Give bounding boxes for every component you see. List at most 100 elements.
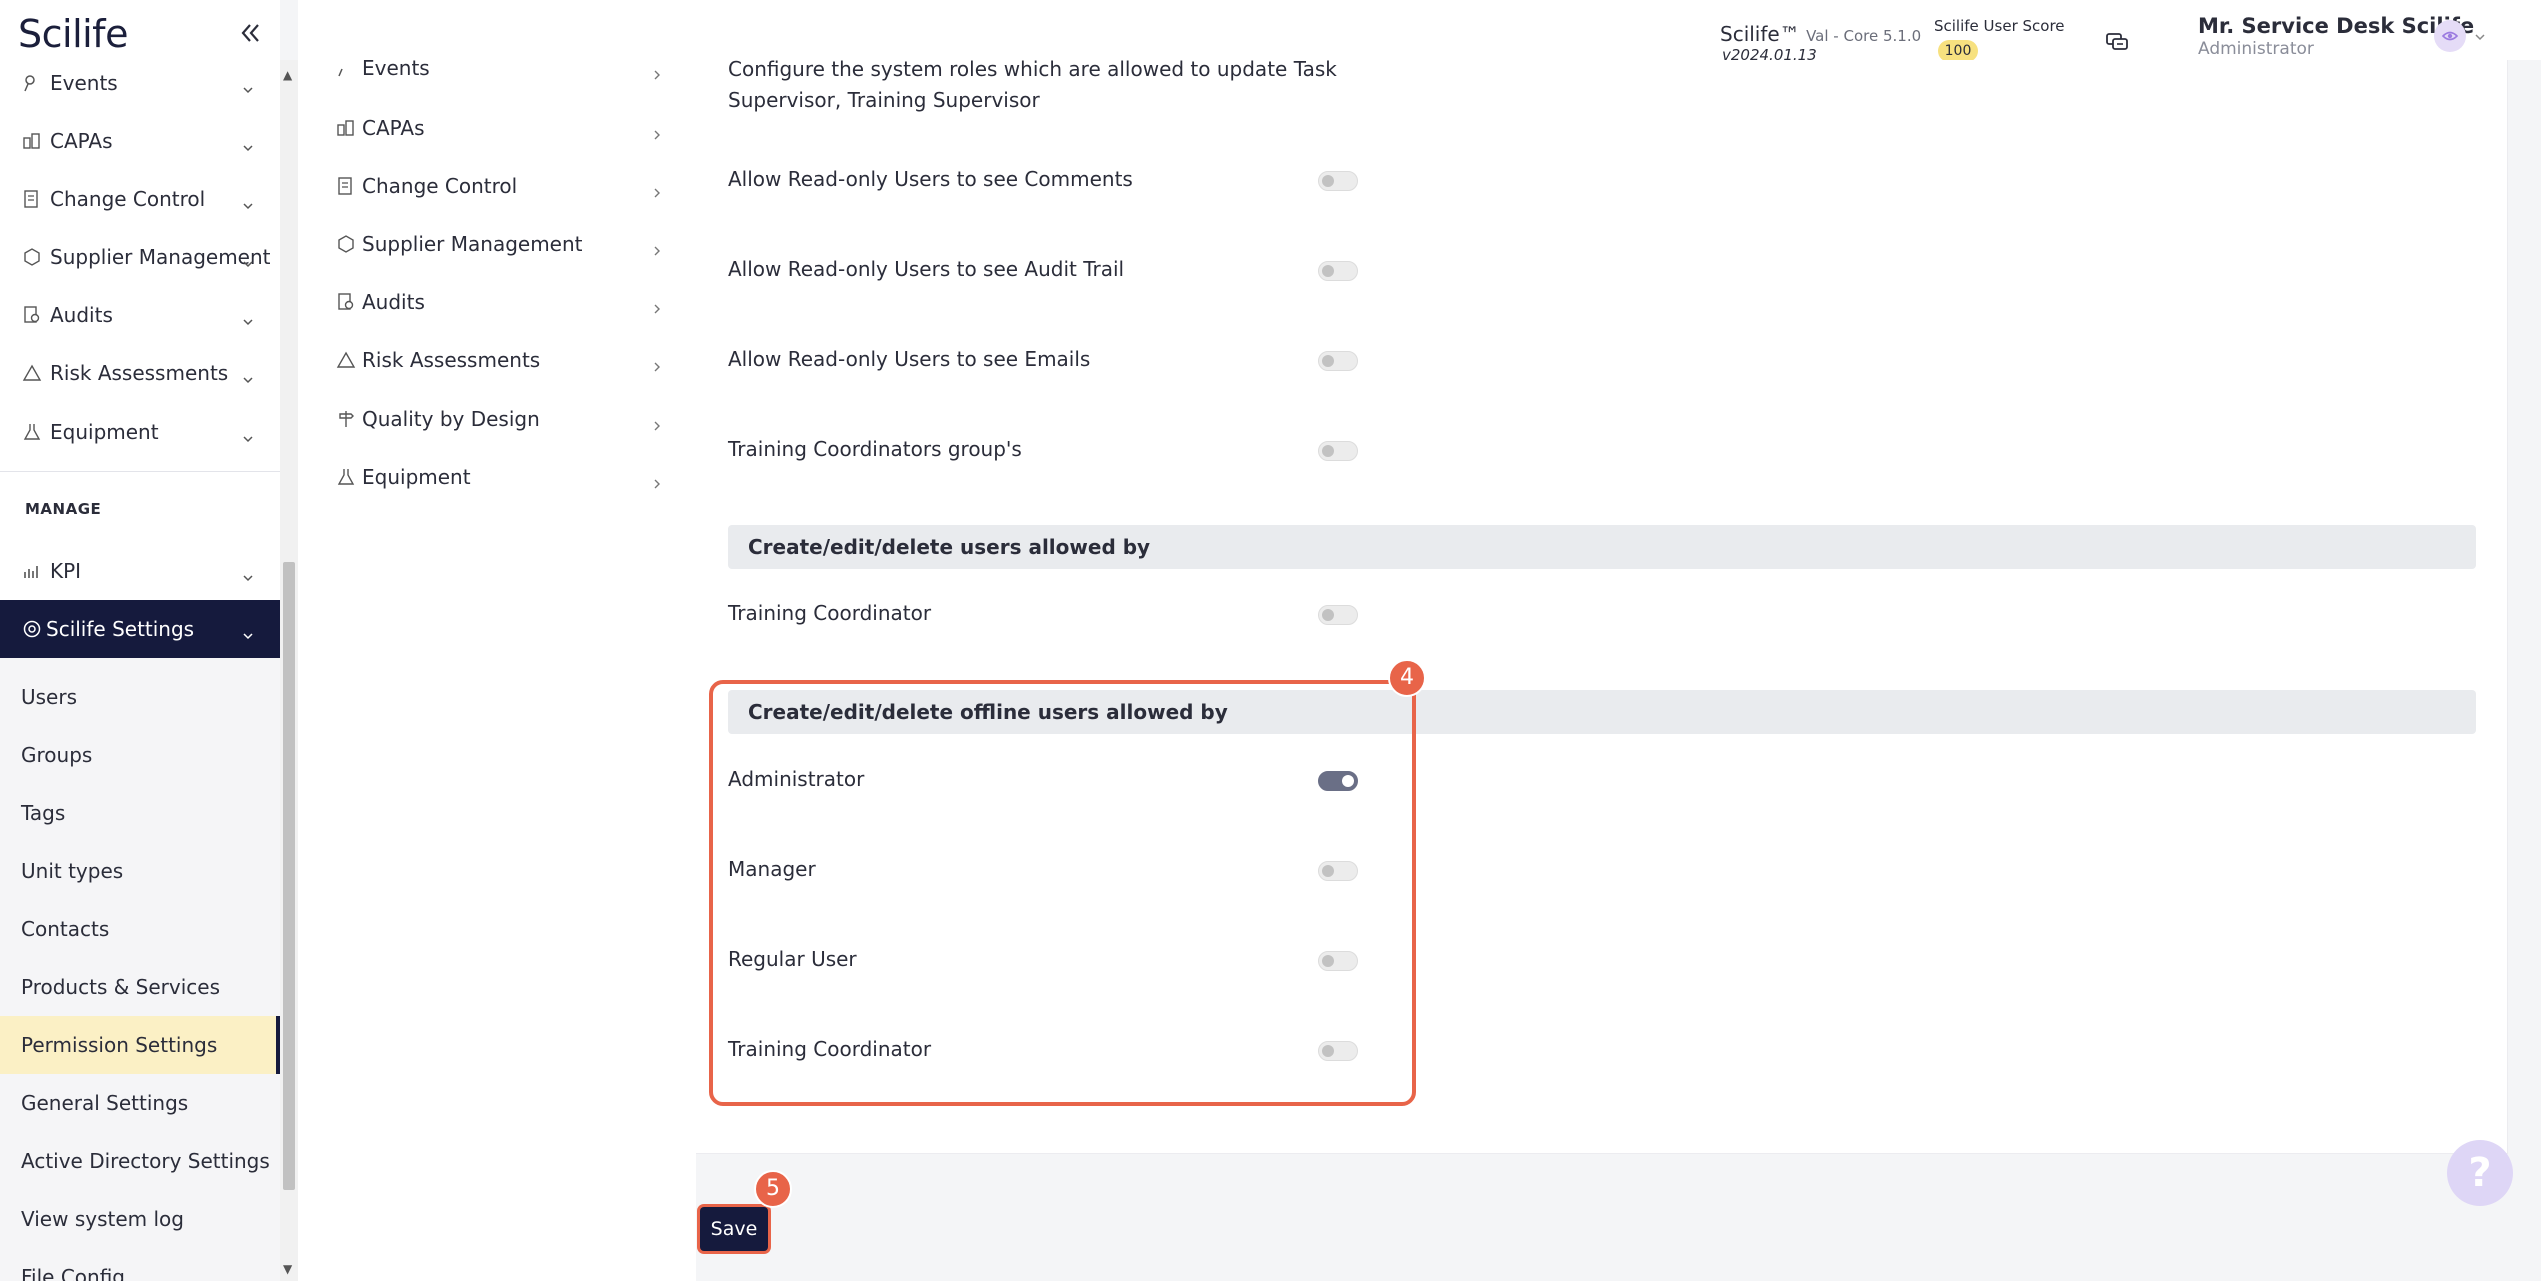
- subnav-item-view-system-log[interactable]: View system log: [0, 1190, 280, 1248]
- sidebar-item-events[interactable]: Events: [0, 54, 280, 112]
- scroll-up-icon[interactable]: ▲: [283, 68, 292, 82]
- setting-label: Allow Read-only Users to see Emails: [728, 347, 1091, 371]
- toggle-offline-training-coordinator[interactable]: [1318, 1041, 1358, 1061]
- module-nav-label: Equipment: [362, 465, 471, 489]
- audit-icon: [336, 292, 362, 312]
- chevron-down-icon: [242, 621, 254, 645]
- box-icon: [336, 234, 362, 254]
- help-icon: ?: [2468, 1150, 2492, 1196]
- pin-icon: [22, 71, 46, 95]
- setting-label: Allow Read-only Users to see Comments: [728, 167, 1133, 191]
- user-score-badge: 100: [1938, 40, 1978, 62]
- sidebar-divider: [0, 471, 280, 472]
- toggle-readonly-comments[interactable]: [1318, 171, 1358, 191]
- sidebar-item-label: Events: [50, 71, 118, 95]
- subnav-item-tags[interactable]: Tags: [0, 784, 280, 842]
- chevron-right-icon: [653, 122, 661, 146]
- module-nav-item-audits[interactable]: Audits: [336, 282, 661, 322]
- toggle-knob: [1322, 865, 1334, 877]
- toggle-knob: [1322, 445, 1334, 457]
- bar-chart-icon: [22, 559, 46, 583]
- subnav-item-permission-settings[interactable]: Permission Settings: [0, 1016, 280, 1074]
- permission-settings-panel: Configure the system roles which are all…: [696, 57, 2508, 1154]
- chevron-right-icon: [653, 354, 661, 378]
- annotation-step-badge: 4: [1388, 659, 1426, 697]
- flask-icon: [22, 420, 46, 444]
- scroll-down-icon[interactable]: ▼: [283, 1262, 292, 1276]
- user-score-label: Scilife User Score: [1934, 17, 2065, 35]
- document-icon: [22, 187, 46, 211]
- chevron-down-icon: [242, 307, 254, 331]
- sidebar-item-label: KPI: [50, 559, 82, 583]
- setting-label: Administrator: [728, 767, 865, 791]
- sidebar-item-audits[interactable]: Audits: [0, 286, 280, 344]
- toggle-training-coordinators-group[interactable]: [1318, 441, 1358, 461]
- module-nav-label: Audits: [362, 290, 425, 314]
- section-header-users: Create/edit/delete users allowed by: [728, 525, 2476, 569]
- module-nav-item-change-control[interactable]: Change Control: [336, 166, 661, 206]
- toggle-offline-administrator[interactable]: [1318, 771, 1358, 791]
- toggle-knob: [1322, 1045, 1334, 1057]
- sidebar-item-label: Equipment: [50, 420, 159, 444]
- sidebar-item-capas[interactable]: CAPAs: [0, 112, 280, 170]
- chevron-down-icon[interactable]: [2474, 26, 2486, 45]
- toggle-knob: [1322, 265, 1334, 277]
- sidebar-item-change-control[interactable]: Change Control: [0, 170, 280, 228]
- product-title: Scilife™: [1720, 22, 1800, 46]
- subnav-item-general-settings[interactable]: General Settings: [0, 1074, 280, 1132]
- subnav-item-file-config[interactable]: File Config: [0, 1248, 280, 1281]
- user-name[interactable]: Mr. Service Desk Scilife: [2198, 14, 2474, 38]
- subnav-item-products-services[interactable]: Products & Services: [0, 958, 280, 1016]
- setting-label: Manager: [728, 857, 816, 881]
- section-header-offline-users: Create/edit/delete offline users allowed…: [728, 690, 2476, 734]
- sidebar-item-kpi[interactable]: KPI: [0, 542, 280, 600]
- module-nav-item-equipment[interactable]: Equipment: [336, 457, 661, 497]
- sidebar-item-scilife-settings[interactable]: Scilife Settings: [0, 600, 280, 658]
- toggle-offline-manager[interactable]: [1318, 861, 1358, 881]
- sidebar-item-equipment[interactable]: Equipment: [0, 403, 280, 461]
- module-nav-item-risk-assessments[interactable]: Risk Assessments: [336, 340, 661, 380]
- warning-icon: [22, 361, 46, 385]
- warning-icon: [336, 351, 362, 369]
- module-nav-label: Supplier Management: [362, 232, 583, 256]
- setting-label: Training Coordinator: [728, 1037, 932, 1061]
- toggle-knob: [1342, 775, 1354, 787]
- toggle-users-training-coordinator[interactable]: [1318, 605, 1358, 625]
- sidebar-item-supplier-management[interactable]: Supplier Management: [0, 228, 280, 286]
- module-nav-label: Quality by Design: [362, 407, 540, 431]
- chevron-right-icon: [653, 238, 661, 262]
- sidebar-scrollbar-thumb[interactable]: [283, 562, 295, 1190]
- toggle-knob: [1322, 175, 1334, 187]
- module-nav-item-events[interactable]: Events: [336, 48, 661, 88]
- module-nav: Events CAPAs Change Control Supplier Man…: [298, 56, 696, 1281]
- avatar[interactable]: [2434, 20, 2466, 52]
- section-description: Configure the system roles which are all…: [728, 57, 1337, 112]
- chevron-right-icon: [653, 471, 661, 495]
- sidebar-item-risk-assessments[interactable]: Risk Assessments: [0, 344, 280, 402]
- module-nav-item-quality-by-design[interactable]: Quality by Design: [336, 399, 661, 439]
- toggle-readonly-emails[interactable]: [1318, 351, 1358, 371]
- toggle-readonly-audit-trail[interactable]: [1318, 261, 1358, 281]
- subnav-item-users[interactable]: Users: [0, 668, 280, 726]
- product-name: Scilife™ Val - Core 5.1.0: [1720, 22, 1921, 46]
- chat-icon[interactable]: [2103, 28, 2131, 56]
- setting-label: Training Coordinators group's: [728, 437, 1022, 461]
- toggle-offline-regular-user[interactable]: [1318, 951, 1358, 971]
- subnav-item-groups[interactable]: Groups: [0, 726, 280, 784]
- subnav-item-unit-types[interactable]: Unit types: [0, 842, 280, 900]
- subnav-item-contacts[interactable]: Contacts: [0, 900, 280, 958]
- signpost-icon: [336, 409, 362, 429]
- module-nav-item-supplier-management[interactable]: Supplier Management: [336, 224, 661, 264]
- sidebar-item-label: Supplier Management: [50, 245, 271, 269]
- help-button[interactable]: ?: [2447, 1140, 2513, 1206]
- chevron-down-icon: [242, 75, 254, 99]
- collapse-sidebar-icon[interactable]: [236, 18, 266, 48]
- save-button[interactable]: Save: [700, 1207, 768, 1251]
- subnav-item-active-directory-settings[interactable]: Active Directory Settings: [0, 1132, 280, 1190]
- chevron-right-icon: [653, 180, 661, 204]
- sidebar-item-label: Change Control: [50, 187, 206, 211]
- setting-label: Training Coordinator: [728, 601, 932, 625]
- chevron-down-icon: [242, 563, 254, 587]
- module-nav-item-capas[interactable]: CAPAs: [336, 108, 661, 148]
- people-icon: [22, 129, 46, 153]
